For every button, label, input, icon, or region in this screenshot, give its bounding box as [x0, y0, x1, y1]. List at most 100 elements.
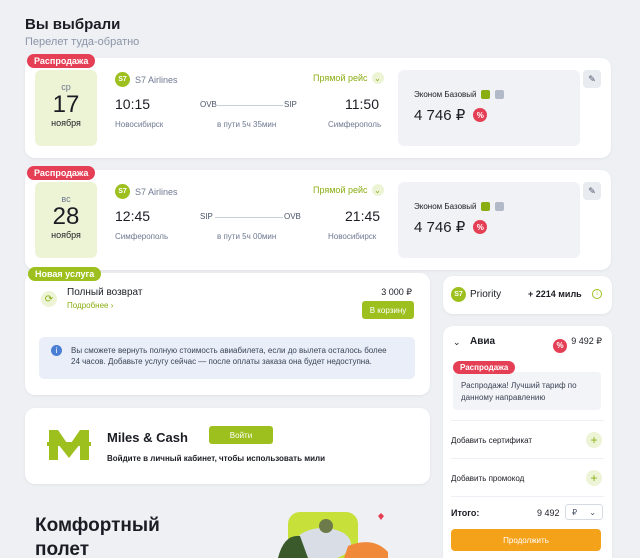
departure-code: SIP	[200, 212, 213, 221]
fare-name: Эконом Базовый	[414, 90, 505, 99]
date-box: ср 17 ноября	[35, 70, 97, 146]
month: ноября	[51, 230, 81, 240]
fare-name-label: Эконом Базовый	[414, 202, 477, 211]
plus-icon[interactable]: +	[586, 432, 602, 448]
s7-logo-icon: S7	[115, 72, 130, 87]
page-subtitle: Перелет туда-обратно	[25, 36, 140, 48]
service-title: Полный возврат	[67, 287, 143, 298]
service-info-text: Вы сможете вернуть полную стоимость авиа…	[71, 346, 387, 366]
divider	[451, 496, 604, 497]
airline: S7 S7 Airlines	[115, 184, 178, 199]
arrival-time: 11:50	[345, 96, 379, 112]
discount-badge: %	[553, 335, 567, 353]
chevron-down-icon: ⌄	[371, 72, 384, 84]
airline-name: S7 Airlines	[135, 74, 178, 85]
divider	[451, 420, 604, 421]
edit-flight-button[interactable]: ✎	[583, 70, 601, 88]
month: ноября	[51, 118, 81, 128]
priority-label: Priority	[470, 289, 502, 300]
service-price: 3 000 ₽	[381, 287, 412, 297]
departure-time: 12:45	[115, 208, 151, 224]
sale-badge: Распродажа	[453, 361, 516, 374]
order-summary-card: ⌄ Авиа % 9 492 ₽ Распродажа! Лучший тари…	[443, 326, 612, 558]
arrival-city: Новосибирск	[328, 232, 377, 241]
route-line	[215, 105, 283, 106]
day-number: 17	[52, 91, 80, 118]
sale-badge: Распродажа	[27, 54, 96, 68]
promo-illustration	[278, 512, 388, 558]
page-title: Вы выбрали	[25, 16, 121, 33]
baggage-icon	[481, 202, 491, 211]
chevron-down-icon: ⌄	[371, 184, 384, 196]
sale-note: Распродажа! Лучший тариф по данному напр…	[453, 372, 601, 410]
priority-miles: + 2214 миль	[528, 289, 582, 299]
chevron-down-icon[interactable]: ⌄	[453, 337, 461, 348]
refund-service-card: ⟳ Полный возврат Подробнее › 3 000 ₽ В к…	[25, 273, 430, 395]
avia-label: Авиа	[470, 336, 496, 347]
arrival-code: OVB	[284, 212, 301, 221]
service-more-link[interactable]: Подробнее ›	[67, 301, 113, 310]
fare-box[interactable]: Эконом Базовый 4 746 ₽ %	[398, 182, 580, 258]
seat-icon	[495, 202, 505, 211]
info-icon: i	[51, 345, 62, 356]
priority-card: S7 Priority + 2214 миль i	[443, 276, 612, 314]
direct-flight-label: Прямой рейс	[313, 185, 368, 195]
discount-icon: %	[473, 220, 488, 234]
add-to-cart-button[interactable]: В корзину	[362, 301, 414, 319]
pencil-icon: ✎	[588, 73, 596, 84]
seat-icon	[495, 90, 505, 99]
departure-city: Симферополь	[115, 232, 169, 241]
s7-logo-icon: S7	[451, 287, 466, 302]
fare-box[interactable]: Эконом Базовый 4 746 ₽ %	[398, 70, 580, 146]
promo-title: Комфортный полет	[35, 515, 160, 558]
add-certificate-link[interactable]: Добавить сертификат	[451, 436, 532, 445]
miles-cash-title: Miles & Cash	[107, 430, 188, 445]
departure-city: Новосибирск	[115, 120, 164, 129]
baggage-icon	[481, 90, 491, 99]
fare-price: 4 746 ₽ %	[414, 106, 488, 124]
add-promocode-link[interactable]: Добавить промокод	[451, 474, 524, 483]
arrival-time: 21:45	[345, 208, 381, 224]
total-label: Итого:	[451, 508, 480, 518]
service-info-box: i Вы сможете вернуть полную стоимость ав…	[39, 337, 415, 379]
direct-flight-label: Прямой рейс	[313, 73, 368, 83]
flight-duration: в пути 5ч 35мин	[217, 120, 277, 129]
fare-name-label: Эконом Базовый	[414, 90, 477, 99]
flight-duration: в пути 5ч 00мин	[217, 232, 277, 241]
edit-flight-button[interactable]: ✎	[583, 182, 601, 200]
direct-flight-toggle[interactable]: Прямой рейс ⌄	[313, 72, 384, 84]
departure-time: 10:15	[115, 96, 151, 112]
avia-price: 9 492 ₽	[571, 336, 602, 346]
discount-icon: %	[553, 338, 567, 353]
flight-card-return: Распродажа вс 28 ноября S7 S7 Airlines П…	[25, 166, 611, 270]
refresh-icon: ⟳	[41, 291, 57, 307]
s7-logo-icon: S7	[115, 184, 130, 199]
login-button[interactable]: Войти	[209, 426, 273, 444]
airline-name: S7 Airlines	[135, 186, 178, 197]
info-icon[interactable]: i	[592, 289, 602, 299]
arrival-city: Симферополь	[328, 120, 382, 129]
discount-icon: %	[473, 108, 488, 122]
plus-icon[interactable]: +	[586, 470, 602, 486]
arrival-code: SIP	[284, 100, 297, 109]
currency-value: ₽	[572, 508, 578, 517]
pencil-icon: ✎	[588, 185, 596, 196]
fare-price: 4 746 ₽ %	[414, 218, 488, 236]
airline: S7 S7 Airlines	[115, 72, 178, 87]
miles-cash-card: Miles & Cash Войти Войдите в личный каби…	[25, 408, 430, 484]
total-value: 9 492	[537, 508, 560, 518]
miles-cash-logo-icon	[47, 430, 91, 460]
divider	[451, 458, 604, 459]
route-line	[215, 217, 283, 218]
flight-card-outbound: Распродажа ср 17 ноября S7 S7 Airlines П…	[25, 54, 611, 158]
fare-name: Эконом Базовый	[414, 202, 505, 211]
continue-button[interactable]: Продолжить	[451, 529, 601, 551]
sale-badge: Распродажа	[27, 166, 96, 180]
date-box: вс 28 ноября	[35, 182, 97, 258]
fare-price-value: 4 746 ₽	[414, 107, 466, 124]
chevron-down-icon: ⌄	[589, 508, 596, 517]
miles-cash-description: Войдите в личный кабинет, чтобы использо…	[107, 454, 326, 463]
day-number: 28	[52, 203, 80, 230]
direct-flight-toggle[interactable]: Прямой рейс ⌄	[313, 184, 384, 196]
currency-select[interactable]: ₽ ⌄	[565, 504, 603, 520]
